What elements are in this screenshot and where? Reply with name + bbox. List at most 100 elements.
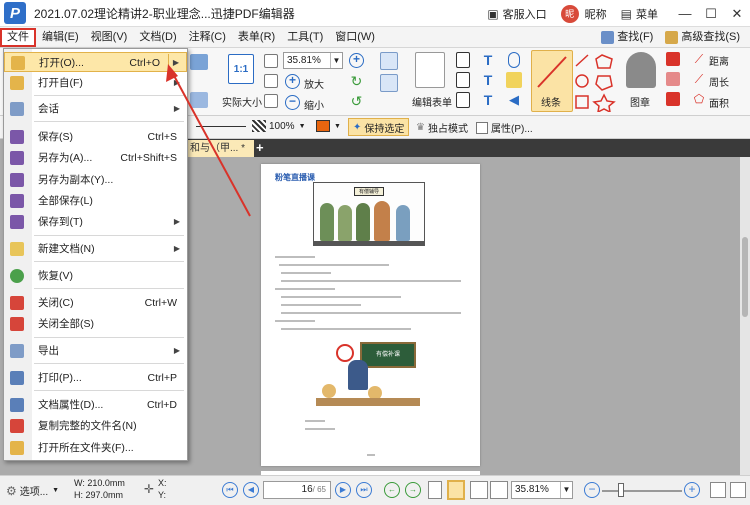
menu-item-save-as[interactable]: 另存为(A)... Ctrl+Shift+S <box>4 148 187 168</box>
perimeter-label[interactable]: 周长 <box>709 74 729 89</box>
zoom-slider-thumb[interactable] <box>618 483 624 497</box>
menu-item-export[interactable]: 导出 ▶ <box>4 341 187 361</box>
last-page-button[interactable]: ⏭ <box>356 482 372 498</box>
menu-comment[interactable]: 注释(C) <box>183 28 232 47</box>
edit-form-label[interactable]: 编辑表单 <box>412 94 452 109</box>
line-style-select[interactable] <box>196 126 246 127</box>
fit-width-icon[interactable] <box>264 74 278 88</box>
shapes-icon[interactable] <box>572 52 618 112</box>
document-viewport[interactable]: 粉笔直播课 有偿辅导 有偿补课 <box>188 157 740 475</box>
zoom-in-label[interactable]: 放大 <box>304 76 324 91</box>
continuous-facing-view-icon[interactable] <box>490 481 508 499</box>
new-tab-icon[interactable]: + <box>256 140 264 155</box>
menu-item-document-properties[interactable]: 文档属性(D)... Ctrl+D <box>4 395 187 415</box>
feedback-button[interactable]: ▣ 客服入口 <box>487 6 546 22</box>
properties-button[interactable]: 属性(P)... <box>476 120 533 135</box>
edit-form-icon[interactable] <box>415 52 445 88</box>
sticky-note-icon[interactable] <box>506 72 522 88</box>
distance-icon[interactable]: ⟋ <box>692 52 706 66</box>
menu-item-open-folder[interactable]: 打开所在文件夹(F)... <box>4 438 187 458</box>
actual-size-icon[interactable]: 1:1 <box>228 54 254 84</box>
add-image-icon[interactable] <box>380 74 398 92</box>
single-page-view-icon[interactable] <box>428 481 442 499</box>
menu-item-save[interactable]: 保存(S) Ctrl+S <box>4 127 187 147</box>
menu-view[interactable]: 视图(V) <box>85 28 134 47</box>
highlight-icon[interactable] <box>666 92 680 106</box>
add-text-icon[interactable] <box>380 52 398 70</box>
exclusive-mode-button[interactable]: ♛ 独占模式 <box>416 120 468 135</box>
options-button[interactable]: ⚙ 选项... ▼ <box>6 483 59 499</box>
menu-tools[interactable]: 工具(T) <box>281 28 329 47</box>
menu-item-save-to[interactable]: 保存到(T) ▶ <box>4 212 187 232</box>
menu-item-open-from[interactable]: 打开自(F) ▶ <box>4 73 187 93</box>
attach-icon[interactable] <box>508 52 520 68</box>
zoom-tool-icon[interactable]: + <box>349 53 364 68</box>
text-field-icon[interactable] <box>456 52 470 68</box>
zoom-in-button[interactable]: + <box>684 482 700 498</box>
area-label[interactable]: 面积 <box>709 95 729 110</box>
menu-item-new-document[interactable]: 新建文档(N) ▶ <box>4 239 187 259</box>
next-page-button[interactable]: ▶ <box>335 482 351 498</box>
text-box-icon[interactable] <box>456 72 470 88</box>
menu-item-revert[interactable]: 恢复(V) <box>4 266 187 286</box>
advanced-find-button[interactable]: 高级查找(S) <box>659 28 746 47</box>
menu-item-open[interactable]: 打开(O)... Ctrl+O ▶ <box>4 52 187 72</box>
menu-edit[interactable]: 编辑(E) <box>36 28 85 47</box>
distance-label[interactable]: 距离 <box>709 53 729 68</box>
stamp-icon[interactable] <box>626 52 656 88</box>
rotate-left-icon[interactable]: ↻ <box>349 73 364 89</box>
menu-item-close[interactable]: 关闭(C) Ctrl+W <box>4 293 187 313</box>
first-page-button[interactable]: ⏮ <box>222 482 238 498</box>
camera-icon[interactable] <box>190 54 208 70</box>
page-number-input[interactable]: 16/ 65 <box>263 481 331 499</box>
zoom-out-label[interactable]: 缩小 <box>304 97 324 112</box>
previous-page-button[interactable]: ◀ <box>243 482 259 498</box>
vertical-scrollbar[interactable] <box>740 157 750 475</box>
fullscreen-button[interactable] <box>730 482 746 498</box>
textbox-icon[interactable]: T <box>480 92 496 108</box>
menu-item-copy-filename[interactable]: 复制完整的文件名(N) <box>4 416 187 436</box>
opacity-select[interactable]: 100% ▼ <box>252 120 306 132</box>
rotate-right-icon[interactable]: ↺ <box>349 93 364 109</box>
text-note-icon[interactable] <box>456 92 470 108</box>
pencil-icon[interactable] <box>666 52 680 66</box>
zoom-slider-track[interactable] <box>602 490 682 492</box>
zoom-out-button[interactable]: − <box>584 482 600 498</box>
back-button[interactable]: ← <box>384 482 400 498</box>
menu-item-save-all[interactable]: 全部保存(L) <box>4 191 187 211</box>
status-zoom-select[interactable]: 35.81% ▼ <box>511 481 573 499</box>
perimeter-icon[interactable]: ⟋ <box>692 72 706 86</box>
facing-view-icon[interactable] <box>470 481 488 499</box>
menu-form[interactable]: 表单(R) <box>232 28 281 47</box>
sound-icon[interactable]: ◀ <box>506 92 522 108</box>
menu-item-session[interactable]: 会话 ▶ <box>4 99 187 119</box>
stamp-label[interactable]: 图章 <box>630 94 650 109</box>
fit-visible-icon[interactable] <box>264 94 278 108</box>
menu-item-save-copy[interactable]: 另存为副本(Y)... <box>4 170 187 190</box>
actual-size-label[interactable]: 实际大小 <box>222 94 262 109</box>
menu-item-close-all[interactable]: 关闭全部(S) <box>4 314 187 334</box>
user-button[interactable]: 昵昵称 <box>560 4 607 23</box>
document-tab[interactable]: 和与（甲... * <box>188 140 254 157</box>
minimize-button[interactable]: — <box>672 0 698 27</box>
typewriter-icon[interactable]: T <box>480 52 496 68</box>
maximize-button[interactable]: ☐ <box>698 0 724 27</box>
zoom-in-icon[interactable]: + <box>285 74 300 89</box>
zoom-out-icon[interactable]: − <box>285 95 300 110</box>
color-select[interactable]: ▼ <box>316 120 341 132</box>
close-button[interactable]: ✕ <box>724 0 750 27</box>
menu-file[interactable]: 文件 <box>0 27 36 47</box>
ribbon-zoom-select[interactable]: 35.81% ▼ <box>283 52 343 69</box>
callout-icon[interactable]: T <box>480 72 496 88</box>
fit-page-icon[interactable] <box>264 54 278 68</box>
continuous-view-icon[interactable] <box>447 480 465 500</box>
menu-document[interactable]: 文档(D) <box>133 28 182 47</box>
app-menu-button[interactable]: ▤ 菜单 <box>621 6 658 22</box>
forward-button[interactable]: → <box>405 482 421 498</box>
keep-selected-button[interactable]: ✦ 保持选定 <box>348 118 410 136</box>
find-button[interactable]: 查找(F) <box>595 28 659 47</box>
eraser-icon[interactable] <box>666 72 680 86</box>
scrollbar-thumb[interactable] <box>742 237 748 317</box>
menu-item-print[interactable]: 打印(P)... Ctrl+P <box>4 368 187 388</box>
area-icon[interactable]: ⬠ <box>692 92 706 106</box>
